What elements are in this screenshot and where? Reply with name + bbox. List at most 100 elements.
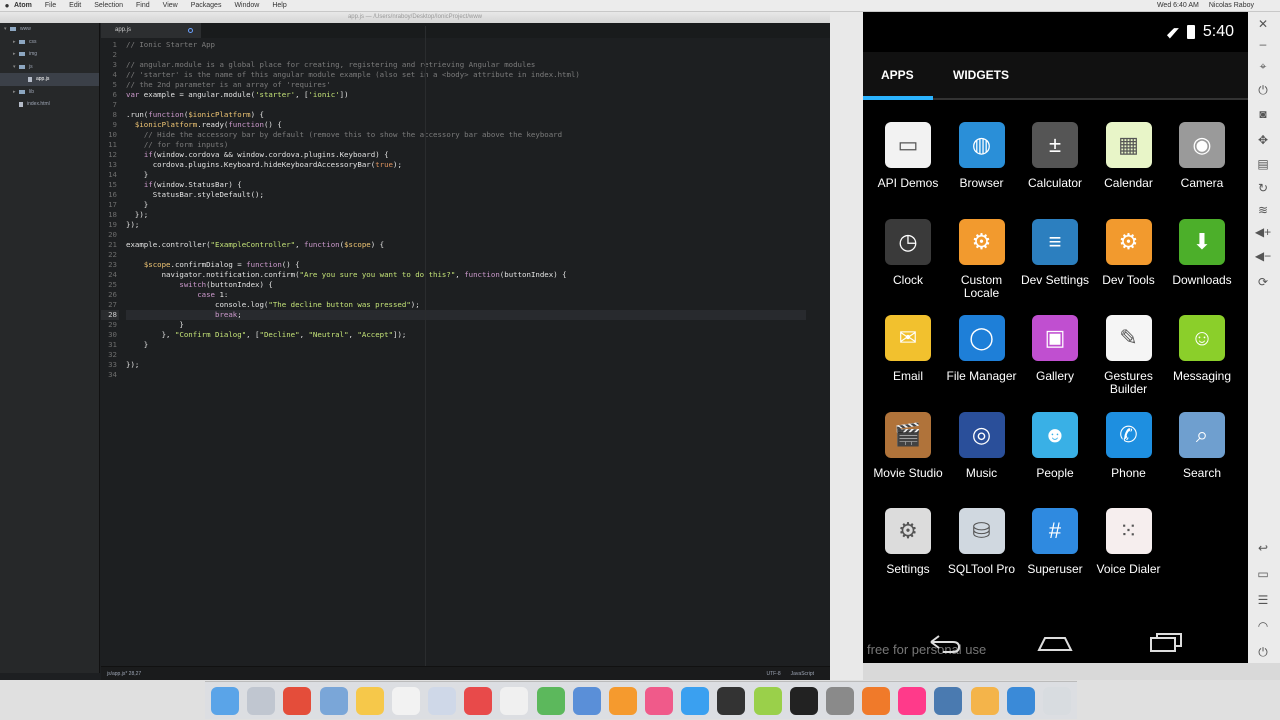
- code-line[interactable]: // 'starter' is the name of this angular…: [126, 70, 806, 80]
- code-line[interactable]: $scope.confirmDialog = function() {: [126, 260, 806, 270]
- home-icon[interactable]: [970, 686, 999, 715]
- code-line[interactable]: // for form inputs): [126, 140, 806, 150]
- menu-find[interactable]: Find: [136, 2, 150, 9]
- app-browser[interactable]: ◍ Browser: [942, 122, 1022, 212]
- photo-booth-icon[interactable]: [464, 686, 493, 715]
- close-icon[interactable]: ✕: [1254, 16, 1272, 32]
- app-gestures-builder[interactable]: ✎ Gestures Builder: [1089, 315, 1169, 405]
- code-line[interactable]: });: [126, 360, 806, 370]
- code-line[interactable]: [126, 370, 806, 380]
- back-icon[interactable]: [923, 630, 963, 654]
- power-icon[interactable]: ⏻: [1254, 82, 1272, 98]
- itunes-icon[interactable]: [645, 686, 674, 715]
- tab-widgets[interactable]: WIDGETS: [953, 68, 1009, 82]
- code-line[interactable]: }: [126, 320, 806, 330]
- app-clock[interactable]: ◷ Clock: [868, 218, 948, 309]
- code-line[interactable]: example.controller("ExampleController", …: [126, 240, 806, 250]
- numbers-icon[interactable]: [536, 686, 565, 715]
- code-line[interactable]: // angular.module is a global place for …: [126, 60, 806, 70]
- code-line[interactable]: cordova.plugins.Keyboard.hideKeyboardAcc…: [126, 160, 806, 170]
- app-sqltool-pro[interactable]: ⛁ SQLTool Pro: [942, 508, 1022, 598]
- code-line[interactable]: break;: [126, 310, 806, 320]
- code-line[interactable]: switch(buttonIndex) {: [126, 280, 806, 290]
- apple-icon[interactable]: ●: [0, 1, 14, 10]
- app-file-manager[interactable]: ◯ File Manager: [942, 315, 1022, 405]
- code-line[interactable]: $ionicPlatform.ready(function() {: [126, 120, 806, 130]
- code-line[interactable]: [126, 230, 806, 240]
- textedit-icon[interactable]: [500, 686, 529, 715]
- app-store-icon[interactable]: [681, 686, 710, 715]
- code-line[interactable]: }: [126, 200, 806, 210]
- code-line[interactable]: // Hide the accessory bar by default (re…: [126, 130, 806, 140]
- calendar-icon[interactable]: [391, 686, 420, 715]
- menu-app[interactable]: Atom: [14, 2, 32, 9]
- code-editor[interactable]: 1 2 3 4 5 6 7 8 9 10 11 12 13 14 15 16 17 18 19 20 21 22 23 24 2…: [101, 38, 830, 666]
- minimize-icon[interactable]: –: [1254, 36, 1272, 52]
- app-downloads[interactable]: ⬇ Downloads: [1162, 218, 1242, 309]
- gps-icon[interactable]: ⌖: [1254, 58, 1272, 74]
- mail-icon[interactable]: [428, 686, 457, 715]
- home-icon[interactable]: [1035, 630, 1075, 654]
- app-people[interactable]: ☻ People: [1015, 411, 1095, 502]
- menu-selection[interactable]: Selection: [94, 2, 123, 9]
- app-dev-tools[interactable]: ⚙ Dev Tools: [1089, 218, 1169, 309]
- terminal-icon[interactable]: [789, 686, 818, 715]
- file-path-position[interactable]: js/app.js* 28,27: [107, 671, 141, 677]
- tab-apps[interactable]: APPS: [881, 68, 914, 82]
- app-email[interactable]: ✉ Email: [868, 315, 948, 405]
- code-line[interactable]: case 1:: [126, 290, 806, 300]
- app-custom-locale[interactable]: ⚙ Custom Locale: [942, 218, 1022, 309]
- volume-down-icon[interactable]: ◀−: [1254, 248, 1272, 264]
- network-icon[interactable]: [934, 686, 963, 715]
- tree-item[interactable]: app.js: [0, 73, 99, 86]
- app-movie-studio[interactable]: 🎬 Movie Studio: [868, 411, 948, 502]
- tab-app-js[interactable]: app.js: [101, 23, 201, 38]
- app-api-demos[interactable]: ▭ API Demos: [868, 122, 948, 212]
- user-name[interactable]: Nicolas Raboy: [1209, 2, 1254, 9]
- code-line[interactable]: // Ionic Starter App: [126, 40, 806, 50]
- keynote-icon[interactable]: [572, 686, 601, 715]
- app-settings[interactable]: ⚙ Settings: [868, 508, 948, 598]
- app-messaging[interactable]: ☺ Messaging: [1162, 315, 1242, 405]
- app-dev-settings[interactable]: ≡ Dev Settings: [1015, 218, 1095, 309]
- code-line[interactable]: [126, 100, 806, 110]
- tree-item[interactable]: index.html: [0, 98, 99, 111]
- chrome-icon[interactable]: [283, 686, 312, 715]
- rotate-screen-icon[interactable]: ⟳: [1254, 274, 1272, 290]
- code-line[interactable]: console.log("The decline button was pres…: [126, 300, 806, 310]
- tree-item[interactable]: ▸ lib: [0, 86, 99, 99]
- flickr-icon[interactable]: [898, 686, 927, 715]
- app-music[interactable]: ◎ Music: [942, 411, 1022, 502]
- code-line[interactable]: navigator.notification.confirm("Are you …: [126, 270, 806, 280]
- app-calendar[interactable]: ▦ Calendar: [1089, 122, 1169, 212]
- code-line[interactable]: [126, 350, 806, 360]
- pages-icon[interactable]: [608, 686, 637, 715]
- code-line[interactable]: });: [126, 220, 806, 230]
- menu-window[interactable]: Window: [234, 2, 259, 9]
- code-line[interactable]: }: [126, 340, 806, 350]
- code-line[interactable]: if(window.StatusBar) {: [126, 180, 806, 190]
- clock-text[interactable]: Wed 6:40 AM: [1157, 2, 1199, 9]
- android-icon[interactable]: [753, 686, 782, 715]
- tree-item[interactable]: ▾ js: [0, 61, 99, 74]
- app-superuser[interactable]: # Superuser: [1015, 508, 1095, 598]
- app-calculator[interactable]: ± Calculator: [1015, 122, 1095, 212]
- recent-apps-icon[interactable]: [1147, 630, 1187, 654]
- firefox-icon[interactable]: [862, 686, 891, 715]
- volume-up-icon[interactable]: ◀+: [1254, 224, 1272, 240]
- trash-icon[interactable]: [1042, 686, 1071, 715]
- unity-icon[interactable]: [717, 686, 746, 715]
- back-tool-icon[interactable]: ↩: [1254, 540, 1272, 556]
- tree-item[interactable]: ▸ img: [0, 48, 99, 61]
- home-tool-icon[interactable]: ◠: [1254, 618, 1272, 634]
- app-gallery[interactable]: ▣ Gallery: [1015, 315, 1095, 405]
- code-line[interactable]: }: [126, 170, 806, 180]
- app-camera[interactable]: ◉ Camera: [1162, 122, 1242, 212]
- move-icon[interactable]: ✥: [1254, 132, 1272, 148]
- id-icon[interactable]: ▤: [1254, 156, 1272, 172]
- menu-view[interactable]: View: [163, 2, 178, 9]
- tree-item[interactable]: ▸ css: [0, 36, 99, 49]
- recent-tool-icon[interactable]: ▭: [1254, 566, 1272, 582]
- menu-packages[interactable]: Packages: [191, 2, 222, 9]
- camera-tool-icon[interactable]: ◙: [1254, 106, 1272, 122]
